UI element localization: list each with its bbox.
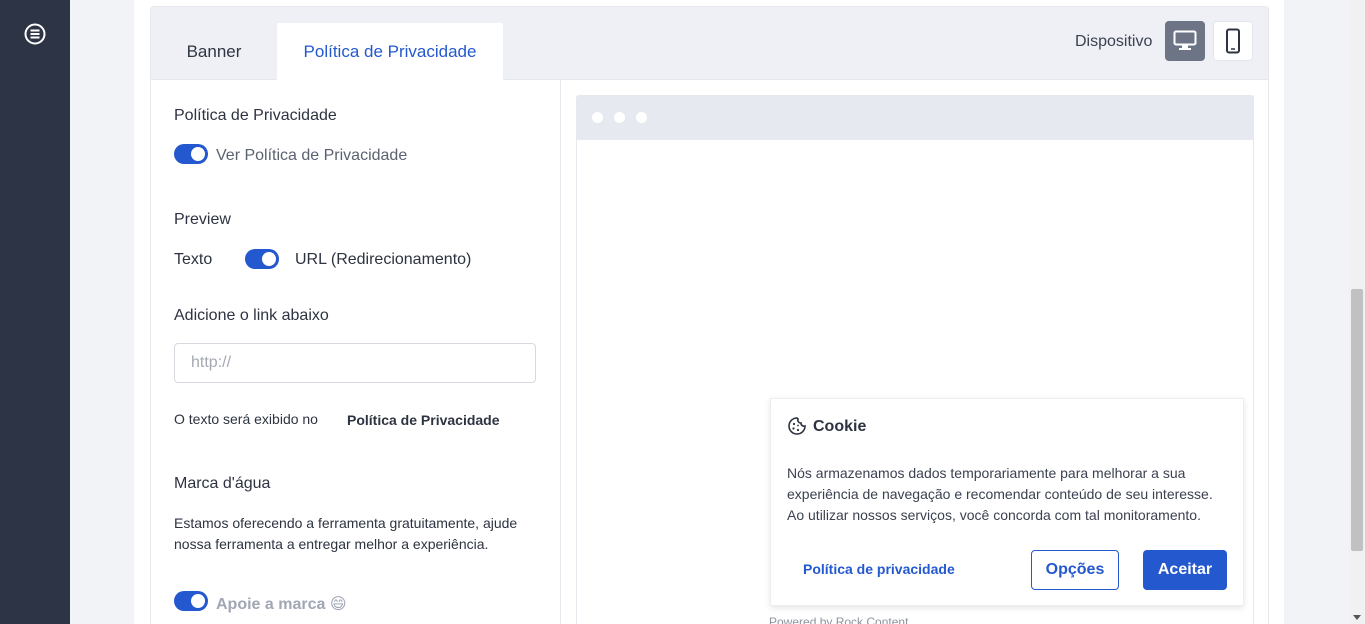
accept-button[interactable]: Aceitar: [1143, 550, 1227, 590]
preview-panel: Cookie Nós armazenamos dados temporariam…: [561, 80, 1268, 624]
mobile-device-button[interactable]: [1213, 21, 1253, 61]
menu-logo-icon[interactable]: [24, 23, 46, 45]
smartphone-icon: [1226, 28, 1240, 54]
window-dot-icon: [636, 112, 647, 123]
scroll-down-arrow-icon[interactable]: [1353, 615, 1361, 620]
preview-text-option: Texto: [174, 251, 213, 268]
link-heading: Adicione o link abaixo: [174, 307, 329, 324]
options-button[interactable]: Opções: [1031, 550, 1119, 590]
preview-heading: Preview: [174, 211, 231, 228]
powered-by-text: Powered by Rock Content: [769, 615, 909, 624]
window-dot-icon: [614, 112, 625, 123]
device-label: Dispositivo: [1075, 33, 1153, 50]
watermark-description: Estamos oferecendo a ferramenta gratuita…: [174, 515, 518, 552]
editor-card: Banner Política de Privacidade Dispositi…: [150, 6, 1269, 624]
cookie-icon: [788, 417, 806, 435]
window-dot-icon: [592, 112, 603, 123]
tab-privacy-policy[interactable]: Política de Privacidade: [277, 23, 503, 80]
settings-panel: Política de Privacidade Ver Política de …: [151, 80, 561, 624]
watermark-toggle-label: Apoie a marca 😄: [216, 596, 347, 613]
preview-mode-toggle[interactable]: [245, 249, 279, 269]
browser-preview: Cookie Nós armazenamos dados temporariam…: [576, 95, 1254, 624]
privacy-toggle-label: Ver Política de Privacidade: [216, 147, 408, 164]
cookie-title: Cookie: [813, 418, 867, 435]
url-input[interactable]: [174, 343, 536, 383]
display-text-value: Política de Privacidade: [347, 412, 500, 428]
preview-url-option: URL (Redirecionamento): [295, 251, 472, 268]
desktop-device-button[interactable]: [1165, 21, 1205, 61]
cookie-banner: Cookie Nós armazenamos dados temporariam…: [770, 398, 1244, 606]
page-scrollbar[interactable]: [1349, 0, 1365, 624]
tab-bar: Banner Política de Privacidade Dispositi…: [151, 7, 1268, 80]
cookie-text: Nós armazenamos dados temporariamente pa…: [787, 465, 1213, 523]
display-text-prefix: O texto será exibido no: [174, 411, 318, 427]
monitor-icon: [1173, 30, 1197, 50]
tab-banner[interactable]: Banner: [151, 23, 277, 80]
browser-title-bar: [577, 96, 1253, 140]
privacy-heading: Política de Privacidade: [174, 107, 337, 124]
privacy-policy-toggle[interactable]: [174, 144, 208, 164]
watermark-heading: Marca d'água: [174, 475, 271, 492]
sidebar: [0, 0, 70, 624]
scrollbar-thumb[interactable]: [1351, 289, 1363, 551]
watermark-toggle[interactable]: [174, 591, 208, 611]
privacy-policy-link[interactable]: Política de privacidade: [803, 561, 955, 577]
